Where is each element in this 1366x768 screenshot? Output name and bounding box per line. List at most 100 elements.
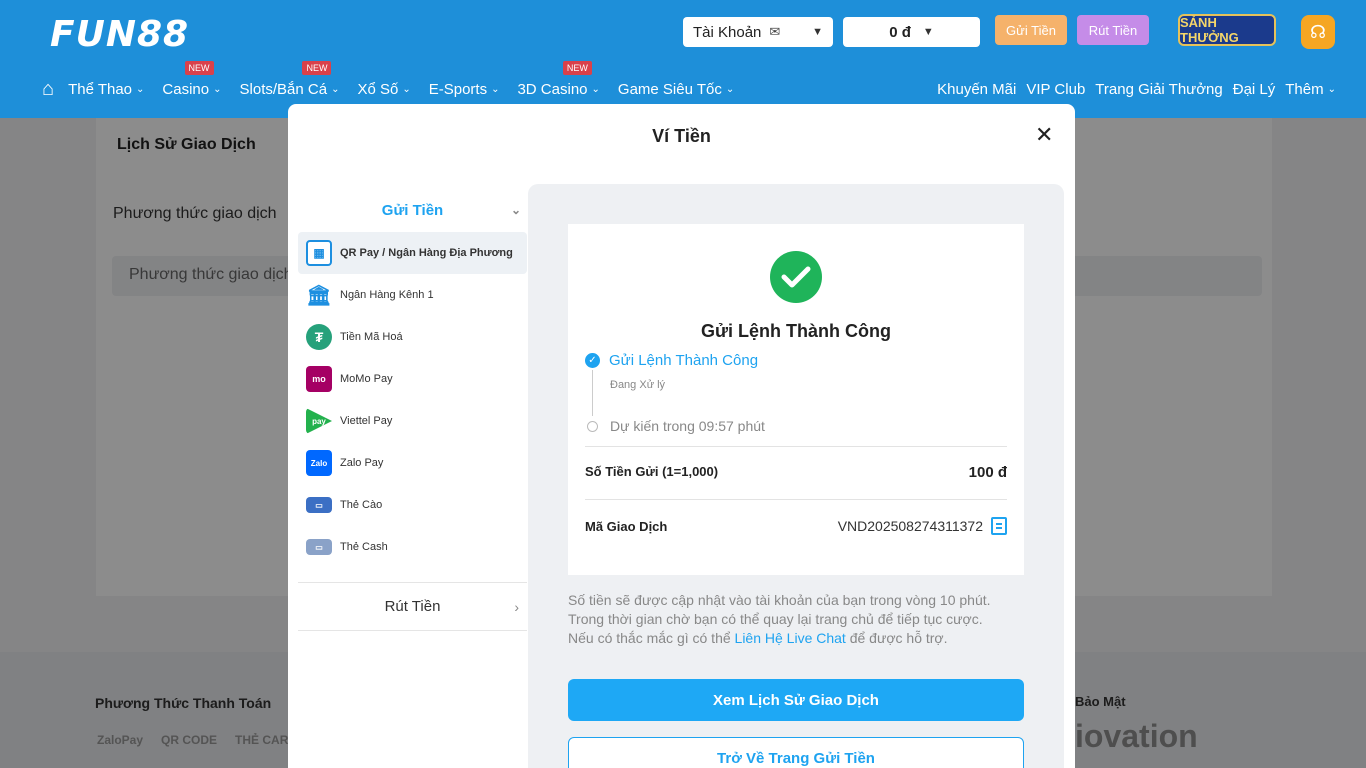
nav-item[interactable]: NEW Casino ⌄ (162, 60, 222, 98)
note-line: Trong thời gian chờ bạn có thể quay lại … (568, 611, 983, 627)
note-text: để được hỗ trợ. (845, 630, 948, 646)
note-line: Nếu có thắc mắc gì có thể Liên Hệ Live C… (568, 629, 1028, 648)
success-title: Gửi Lệnh Thành Công (700, 321, 891, 341)
new-badge: NEW (184, 60, 214, 75)
nav-label: Slots/Bắn Cá (239, 80, 328, 98)
payment-method-viettelpay[interactable]: pay Viettel Pay (298, 400, 527, 442)
nav-item[interactable]: Game Siêu Tốc ⌄ (618, 81, 734, 98)
step-label: Dự kiến trong 09:57 phút (610, 418, 765, 434)
home-icon[interactable]: ⌂ (42, 78, 54, 101)
deposit-section-toggle[interactable]: Gửi Tiền ⌄ (298, 188, 527, 232)
view-history-button[interactable]: Xem Lịch Sử Giao Dịch (568, 679, 1024, 721)
payment-method-label: Zalo Pay (340, 457, 384, 469)
nav-label: E-Sports (428, 80, 488, 98)
payment-method-label: Viettel Pay (340, 415, 393, 427)
status-step-eta: Dự kiến trong 09:57 phút (587, 418, 765, 434)
chevron-down-icon: ⌄ (402, 83, 411, 95)
caret-down-icon: ▼ (922, 26, 934, 38)
close-icon[interactable]: ✕ (1035, 122, 1053, 148)
step-sub-label: Đang Xử lý (610, 379, 666, 391)
copy-icon[interactable] (991, 517, 1007, 535)
fun88-logo[interactable]: FUN88 (50, 14, 189, 55)
nav-item[interactable]: E-Sports ⌄ (429, 81, 500, 98)
note-text: Nếu có thắc mắc gì có thể (568, 630, 735, 646)
step-connector (592, 370, 593, 416)
balance-value: 0 đ (889, 23, 911, 41)
nav-item-more[interactable]: Thêm ⌄ (1285, 81, 1336, 98)
payment-sidebar: Gửi Tiền ⌄ ▦ QR Pay / Ngân Hàng Địa Phươ… (298, 188, 527, 631)
amount-label: Số Tiền Gửi (1=1,000) (585, 464, 719, 479)
bank-icon: 🏛 (306, 284, 332, 307)
chevron-down-icon: ⌄ (213, 83, 222, 95)
chevron-down-icon: ⌄ (331, 83, 340, 95)
nav-item-agent[interactable]: Đại Lý (1233, 81, 1276, 98)
payment-method-momo[interactable]: mo MoMo Pay (298, 358, 527, 400)
chevron-down-icon: ⌄ (1327, 83, 1336, 95)
note-line: Số tiền sẽ được cập nhật vào tài khoản c… (568, 592, 991, 608)
secondary-nav: Khuyến Mãi VIP Club Trang Giải Thưởng Đạ… (937, 78, 1336, 100)
balance-dropdown[interactable]: 0 đ ▼ (843, 17, 980, 47)
account-label: Tài Khoản (693, 23, 762, 41)
mail-icon[interactable]: ✉ (769, 24, 780, 40)
chevron-down-icon: ⌄ (491, 83, 500, 95)
zalopay-icon: Zalo (306, 450, 332, 476)
back-to-deposit-button[interactable]: Trở Về Trang Gửi Tiền (568, 737, 1024, 768)
payment-method-zalopay[interactable]: Zalo Zalo Pay (298, 442, 527, 484)
divider (585, 446, 1007, 447)
nav-item[interactable]: Thể Thao ⌄ (68, 81, 144, 98)
modal-title: Ví Tiền (652, 126, 711, 146)
nav-item-reward-page[interactable]: Trang Giải Thưởng (1095, 81, 1222, 98)
chevron-right-icon: › (514, 598, 519, 615)
payment-method-qrpay[interactable]: ▦ QR Pay / Ngân Hàng Địa Phương (298, 232, 527, 274)
new-badge: NEW (302, 60, 332, 75)
nav-label: Thêm (1285, 80, 1324, 98)
nav-item-vip-club[interactable]: VIP Club (1026, 81, 1085, 98)
step-label: Gửi Lệnh Thành Công (609, 352, 759, 369)
nav-item[interactable]: Xổ Số ⌄ (357, 81, 410, 98)
cash-card-icon: ▭ (306, 539, 332, 555)
amount-row: Số Tiền Gửi (1=1,000) 100 đ (585, 464, 1007, 481)
header-withdraw-button[interactable]: Rút Tiền (1077, 15, 1149, 45)
chevron-down-icon: ⌄ (136, 83, 145, 95)
nav-item-promotions[interactable]: Khuyến Mãi (937, 81, 1016, 98)
nav-item[interactable]: NEW 3D Casino ⌄ (517, 60, 600, 98)
nav-label: Thể Thao (68, 80, 133, 98)
payment-method-bank[interactable]: 🏛 Ngân Hàng Kênh 1 (298, 274, 527, 316)
header-deposit-button[interactable]: Gửi Tiền (995, 15, 1067, 45)
nav-label: Game Siêu Tốc (617, 80, 722, 98)
chevron-down-icon: ⌄ (591, 83, 600, 95)
withdraw-section-label: Rút Tiền (384, 598, 441, 615)
new-badge: NEW (562, 60, 592, 75)
reward-hall-button[interactable]: SẢNH THƯỞNG (1178, 14, 1276, 46)
check-icon: ✓ (585, 353, 600, 368)
account-dropdown[interactable]: Tài Khoản ✉ ▼ (683, 17, 833, 47)
payment-method-label: Tiền Mã Hoá (340, 331, 403, 343)
success-card: Gửi Lệnh Thành Công ✓ Gửi Lệnh Thành Côn… (568, 224, 1024, 575)
payment-method-crypto[interactable]: ₮ Tiền Mã Hoá (298, 316, 527, 358)
status-step-submitted: ✓ Gửi Lệnh Thành Công (585, 352, 758, 369)
payment-method-label: Thẻ Cào (340, 499, 383, 511)
deposit-section-label: Gửi Tiền (381, 201, 444, 219)
top-header: FUN88 Tài Khoản ✉ ▼ 0 đ ▼ Gửi Tiền Rút T… (0, 0, 1366, 118)
nav-label: Xổ Số (357, 80, 399, 98)
payment-method-scratch-card[interactable]: ▭ Thẻ Cào (298, 484, 527, 526)
live-chat-link[interactable]: Liên Hệ Live Chat (735, 630, 846, 646)
main-nav: ⌂ Thể Thao ⌄ NEW Casino ⌄ NEW Slots/Bắn Cá ⌄ … (42, 60, 752, 101)
pending-dot-icon (587, 420, 598, 432)
tether-icon: ₮ (306, 324, 332, 350)
payment-method-cash-card[interactable]: ▭ Thẻ Cash (298, 526, 527, 568)
info-note: Số tiền sẽ được cập nhật vào tài khoản c… (568, 591, 1028, 648)
caret-down-icon: ▼ (812, 26, 823, 38)
headset-icon[interactable]: ☊ (1301, 15, 1335, 49)
chevron-down-icon: ⌄ (510, 203, 521, 217)
chevron-down-icon: ⌄ (725, 83, 735, 95)
wallet-modal: Ví Tiền ✕ Gửi Tiền ⌄ ▦ QR Pay / Ngân Hàn… (288, 104, 1075, 768)
withdraw-section-toggle[interactable]: Rút Tiền › (298, 583, 527, 631)
viettelpay-icon: pay (306, 408, 332, 434)
result-pane: Gửi Lệnh Thành Công ✓ Gửi Lệnh Thành Côn… (528, 184, 1064, 768)
scratch-card-icon: ▭ (306, 497, 332, 513)
amount-value: 100 đ (968, 464, 1007, 481)
nav-item[interactable]: NEW Slots/Bắn Cá ⌄ (239, 60, 340, 98)
payment-method-label: Thẻ Cash (340, 541, 388, 553)
transaction-row: Mã Giao Dịch VND202508274311372 (585, 517, 1007, 535)
